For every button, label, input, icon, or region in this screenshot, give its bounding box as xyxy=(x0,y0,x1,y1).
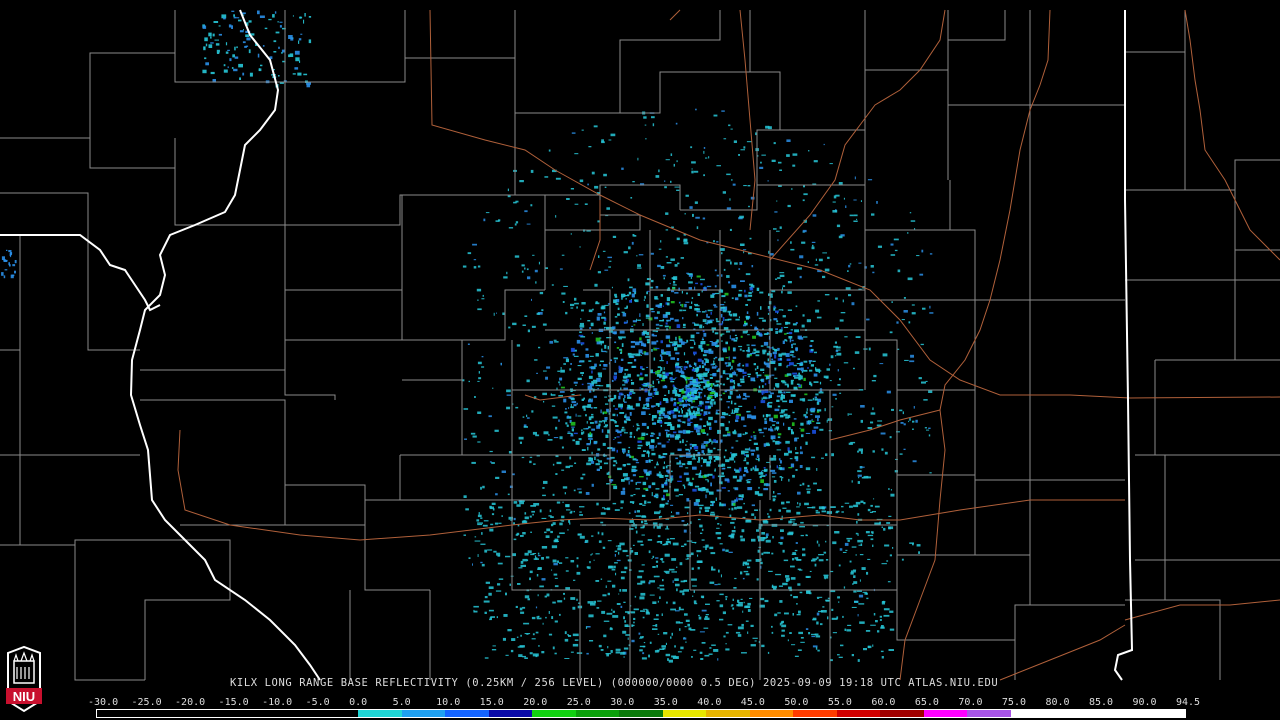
scale-labels: -30.0 -25.0 -20.0 -15.0 -10.0 -5.0 0.0 5.0 10.0 1… xyxy=(88,697,1200,708)
scale-segment xyxy=(532,710,576,717)
scale-segment xyxy=(619,710,663,717)
scale-segment xyxy=(314,710,359,717)
scale-segment xyxy=(1010,710,1055,717)
scale-label: 15.0 xyxy=(479,697,504,708)
scale-segment xyxy=(1141,710,1185,717)
scale-label: 65.0 xyxy=(914,697,939,708)
scale-segment xyxy=(706,710,750,717)
scale-label: -30.0 xyxy=(88,697,119,708)
scale-label: -5.0 xyxy=(305,697,330,708)
scale-segment xyxy=(227,710,272,717)
scale-label: 35.0 xyxy=(653,697,678,708)
scale-label: 10.0 xyxy=(436,697,461,708)
radar-map xyxy=(0,0,1280,720)
scale-segment xyxy=(793,710,837,717)
color-scale: -30.0 -25.0 -20.0 -15.0 -10.0 -5.0 0.0 5.0 10.0 1… xyxy=(88,697,1200,719)
scale-label: 45.0 xyxy=(740,697,765,708)
scale-segment xyxy=(967,710,1011,717)
niu-logo: NIU xyxy=(2,645,46,717)
scale-segment xyxy=(880,710,924,717)
scale-label: 0.0 xyxy=(349,697,368,708)
scale-label: 5.0 xyxy=(392,697,411,708)
scale-segment xyxy=(575,710,620,717)
scale-label: 20.0 xyxy=(523,697,548,708)
scale-bar xyxy=(96,709,1186,718)
scale-label: -20.0 xyxy=(175,697,206,708)
scale-label: 55.0 xyxy=(827,697,852,708)
scale-segment xyxy=(1054,710,1098,717)
scale-segment xyxy=(97,710,141,717)
scale-label: 50.0 xyxy=(784,697,809,708)
scale-label: -25.0 xyxy=(131,697,162,708)
scale-label: 70.0 xyxy=(958,697,983,708)
logo-text: NIU xyxy=(13,689,35,704)
scale-label: 94.5 xyxy=(1176,697,1201,708)
scale-segment xyxy=(358,710,402,717)
scale-label: 80.0 xyxy=(1045,697,1070,708)
scale-segment xyxy=(445,710,489,717)
scale-label: -15.0 xyxy=(218,697,249,708)
scale-segment xyxy=(401,710,446,717)
scale-label: -10.0 xyxy=(262,697,293,708)
scale-segment xyxy=(923,710,968,717)
scale-segment xyxy=(271,710,315,717)
scale-segment xyxy=(836,710,881,717)
scale-label: 25.0 xyxy=(566,697,591,708)
scale-label: 75.0 xyxy=(1001,697,1026,708)
scale-label: 60.0 xyxy=(871,697,896,708)
scale-segment xyxy=(140,710,185,717)
scale-segment xyxy=(488,710,533,717)
scale-label: 85.0 xyxy=(1088,697,1114,708)
radar-site xyxy=(674,377,686,389)
scale-label: 30.0 xyxy=(610,697,635,708)
scale-label: 40.0 xyxy=(697,697,722,708)
scale-segment xyxy=(662,710,707,717)
scale-segment xyxy=(1097,710,1142,717)
scale-segment xyxy=(749,710,794,717)
scale-segment xyxy=(184,710,228,717)
scale-label: 90.0 xyxy=(1132,697,1157,708)
product-caption: KILX LONG RANGE BASE REFLECTIVITY (0.25K… xyxy=(230,677,999,689)
